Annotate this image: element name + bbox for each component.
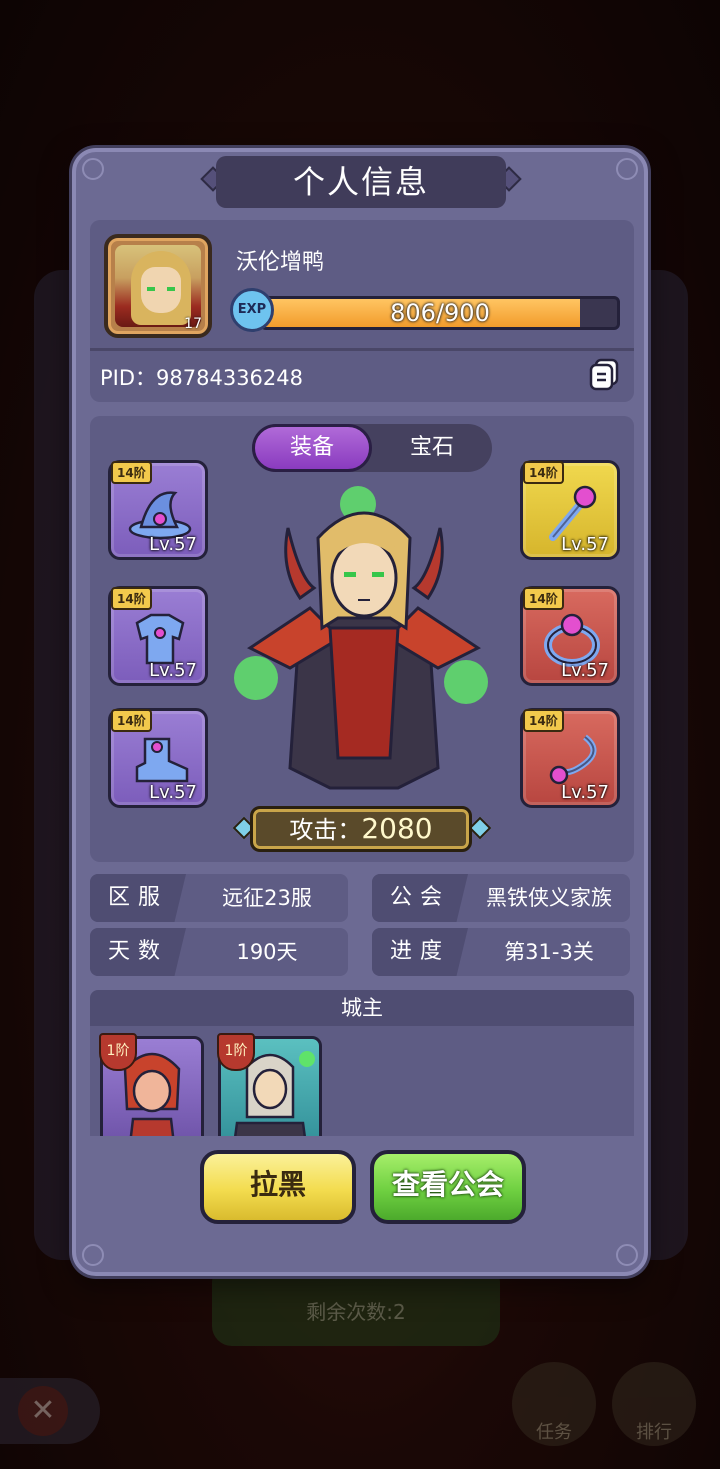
copy-icon[interactable] <box>588 358 620 392</box>
slot-level: Lv.57 <box>149 782 197 803</box>
corner-ornament <box>82 1244 104 1266</box>
corner-ornament <box>616 158 638 180</box>
equip-slot-hat[interactable]: 14阶 Lv.57 <box>108 460 208 560</box>
slot-level: Lv.57 <box>149 660 197 681</box>
player-nickname: 沃伦增鸭 <box>236 250 325 275</box>
tier-badge: 1阶 <box>217 1033 255 1071</box>
tier-badge: 1阶 <box>99 1033 137 1071</box>
avatar-portrait <box>115 245 201 327</box>
attack-label: 攻击： <box>289 816 362 844</box>
city-lord-header: 城主 <box>90 990 634 1026</box>
attack-power: 攻击：2080 <box>250 806 472 852</box>
info-days: 天数 190天 <box>90 928 348 976</box>
equip-slot-armor[interactable]: 14阶 Lv.57 <box>108 586 208 686</box>
equip-slot-necklace[interactable]: 14阶 Lv.57 <box>520 708 620 808</box>
tier-badge: 14阶 <box>111 709 152 732</box>
slot-level: Lv.57 <box>561 660 609 681</box>
city-lord-hero-card[interactable]: 1阶 <box>217 1033 322 1136</box>
avatar-eye <box>167 287 175 291</box>
info-key: 进度 <box>372 928 468 976</box>
info-progress: 进度 第31-3关 <box>372 928 630 976</box>
dialog-title: 个人信息 <box>216 156 506 208</box>
equip-slot-boots[interactable]: 14阶 Lv.57 <box>108 708 208 808</box>
info-value: 黑铁侠义家族 <box>486 886 612 910</box>
equipment-section: 宝石 装备 14阶 Lv.57 14阶 Lv.57 14阶 Lv.57 14阶 … <box>90 416 634 862</box>
equip-slot-staff[interactable]: 14阶 Lv.57 <box>520 460 620 560</box>
tier-badge: 14阶 <box>523 709 564 732</box>
tier-badge: 14阶 <box>523 587 564 610</box>
slot-level: Lv.57 <box>561 782 609 803</box>
exp-star-icon: EXP <box>230 288 274 332</box>
gem-icon <box>468 816 492 840</box>
info-value: 第31-3关 <box>504 940 594 964</box>
avatar-level: 17 <box>184 316 202 332</box>
info-key: 公会 <box>372 874 468 922</box>
view-guild-button[interactable]: 查看公会 <box>370 1150 526 1224</box>
exp-bar: 806/900 <box>260 296 620 330</box>
info-value: 远征23服 <box>222 886 312 910</box>
block-button[interactable]: 拉黑 <box>200 1150 356 1224</box>
corner-ornament <box>616 1244 638 1266</box>
city-lord-hero-card[interactable]: 1阶 <box>99 1033 204 1136</box>
info-server: 区服 远征23服 <box>90 874 348 922</box>
city-lord-list[interactable]: 1阶 1阶 <box>90 1026 634 1136</box>
avatar-eye <box>147 287 155 291</box>
attack-value: 2080 <box>361 812 433 845</box>
avatar[interactable]: 17 <box>104 234 212 338</box>
hero-character <box>234 486 488 790</box>
info-key: 区服 <box>90 874 186 922</box>
slot-level: Lv.57 <box>561 534 609 555</box>
info-key: 天数 <box>90 928 186 976</box>
player-id: PID：98784336248 <box>100 366 303 390</box>
divider <box>90 348 634 351</box>
personal-info-dialog: 个人信息 17 沃伦增鸭 806/900 EXP PID：98784336248 <box>72 148 648 1276</box>
equip-slot-ring[interactable]: 14阶 Lv.57 <box>520 586 620 686</box>
tier-badge: 14阶 <box>523 461 564 484</box>
tab-gems[interactable]: 宝石 <box>372 424 492 472</box>
tier-badge: 14阶 <box>111 461 152 484</box>
tab-equipment[interactable]: 装备 <box>252 424 372 472</box>
slot-level: Lv.57 <box>149 534 197 555</box>
info-value: 190天 <box>236 940 298 964</box>
exp-text: 806/900 <box>390 299 490 327</box>
info-guild: 公会 黑铁侠义家族 <box>372 874 630 922</box>
profile-card: 17 沃伦增鸭 806/900 EXP PID：98784336248 <box>90 220 634 402</box>
corner-ornament <box>82 158 104 180</box>
tier-badge: 14阶 <box>111 587 152 610</box>
equipment-tabs: 宝石 装备 <box>252 424 492 472</box>
